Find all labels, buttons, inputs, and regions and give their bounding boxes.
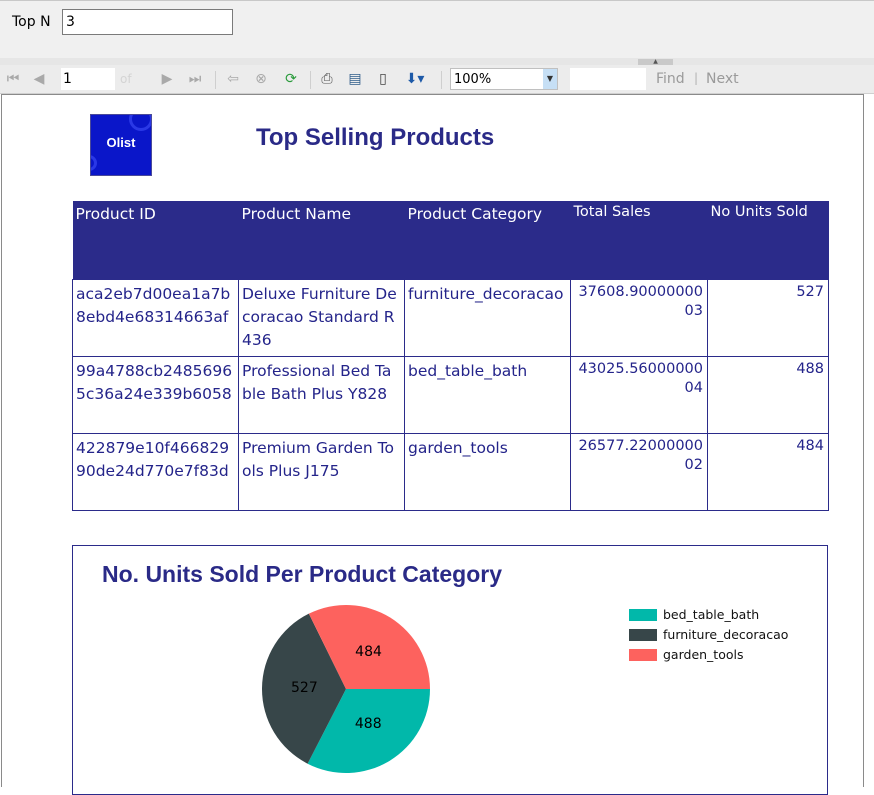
page-setup-icon[interactable]: ▯ xyxy=(374,69,392,89)
column-header-product-category: Product Category xyxy=(404,201,571,279)
cell-product-category: bed_table_bath xyxy=(404,355,571,434)
toolbar-divider xyxy=(441,71,442,89)
page-of-label: of xyxy=(120,72,132,86)
cell-units-sold: 484 xyxy=(707,432,829,511)
cell-units-sold: 527 xyxy=(707,278,829,357)
zoom-select[interactable]: 100% ▼ xyxy=(450,68,558,90)
cell-product-id: aca2eb7d00ea1a7b8ebd4e68314663af xyxy=(72,278,239,357)
table-row: 422879e10f46682990de24d770e7f83d Premium… xyxy=(72,432,829,511)
report-title: Top Selling Products xyxy=(256,124,495,151)
table-row: 99a4788cb24856965c36a24e339b6058 Profess… xyxy=(72,355,829,434)
table-header-row: Product ID Product Name Product Category… xyxy=(72,201,829,279)
export-icon[interactable]: ⬇▾ xyxy=(402,69,428,89)
column-header-product-name: Product Name xyxy=(238,201,405,279)
cell-units-sold: 488 xyxy=(707,355,829,434)
cell-product-id: 99a4788cb24856965c36a24e339b6058 xyxy=(72,355,239,434)
pie-slice-label: 484 xyxy=(355,644,382,661)
last-page-icon[interactable]: ⏭ xyxy=(186,69,204,89)
legend-swatch xyxy=(629,629,657,641)
logo-ring-decoration xyxy=(129,115,151,131)
legend-label: furniture_decoracao xyxy=(663,627,789,642)
pie-slice-label: 488 xyxy=(354,715,382,732)
logo-text: Olist xyxy=(106,135,136,150)
cell-product-category: furniture_decoracao xyxy=(404,278,571,357)
legend-swatch xyxy=(629,609,657,621)
toolbar-divider xyxy=(215,71,216,89)
cell-total-sales: 37608.9000000003 xyxy=(570,278,708,357)
logo-ring-decoration xyxy=(91,155,97,171)
back-arrow-icon[interactable]: ⇦ xyxy=(224,69,242,89)
parameter-bar: Top N 3 xyxy=(0,0,874,59)
top-n-label: Top N xyxy=(12,14,51,30)
legend-label: garden_tools xyxy=(663,647,744,662)
cell-product-category: garden_tools xyxy=(404,432,571,511)
parameter-splitter xyxy=(0,58,874,65)
pie-slice-label: 527 xyxy=(291,679,318,696)
toolbar-divider xyxy=(310,71,311,89)
next-page-icon[interactable]: ▶ xyxy=(158,69,176,89)
column-header-total-sales: Total Sales xyxy=(570,201,708,279)
top-n-input[interactable]: 3 xyxy=(62,9,233,35)
find-input[interactable] xyxy=(570,68,646,90)
stop-icon[interactable]: ⊗ xyxy=(252,69,270,89)
chevron-down-icon[interactable]: ▼ xyxy=(543,69,557,89)
products-table: Product ID Product Name Product Category… xyxy=(72,201,829,511)
chart-title: No. Units Sold Per Product Category xyxy=(102,561,502,587)
cell-product-id: 422879e10f46682990de24d770e7f83d xyxy=(72,432,239,511)
report-toolbar: ⏮ ◀ 1 of ▶ ⏭ ⇦ ⊗ ⟳ ⎙ ▤ ▯ ⬇▾ 100% ▼ Find … xyxy=(0,65,874,94)
cell-total-sales: 26577.2200000002 xyxy=(570,432,708,511)
cell-product-name: Professional Bed Table Bath Plus Y828 xyxy=(238,355,405,434)
print-layout-icon[interactable]: ▤ xyxy=(346,69,364,89)
find-separator: | xyxy=(694,71,699,85)
print-icon[interactable]: ⎙ xyxy=(318,69,336,89)
legend-label: bed_table_bath xyxy=(663,607,760,622)
column-header-units-sold: No Units Sold xyxy=(707,201,829,279)
units-sold-pie-chart xyxy=(262,605,430,773)
cell-total-sales: 43025.5600000004 xyxy=(570,355,708,434)
cell-product-name: Deluxe Furniture Decoracao Standard R436 xyxy=(238,278,405,357)
next-link[interactable]: Next xyxy=(706,71,739,87)
refresh-icon[interactable]: ⟳ xyxy=(282,69,300,89)
zoom-value: 100% xyxy=(454,72,492,87)
table-row: aca2eb7d00ea1a7b8ebd4e68314663af Deluxe … xyxy=(72,278,829,357)
legend-swatch xyxy=(629,649,657,661)
page-number-input[interactable]: 1 xyxy=(61,68,115,90)
find-link[interactable]: Find xyxy=(656,71,685,87)
cell-product-name: Premium Garden Tools Plus J175 xyxy=(238,432,405,511)
olist-logo: Olist xyxy=(90,114,152,176)
first-page-icon[interactable]: ⏮ xyxy=(4,69,22,89)
previous-page-icon[interactable]: ◀ xyxy=(30,69,48,89)
column-header-product-id: Product ID xyxy=(72,201,239,279)
